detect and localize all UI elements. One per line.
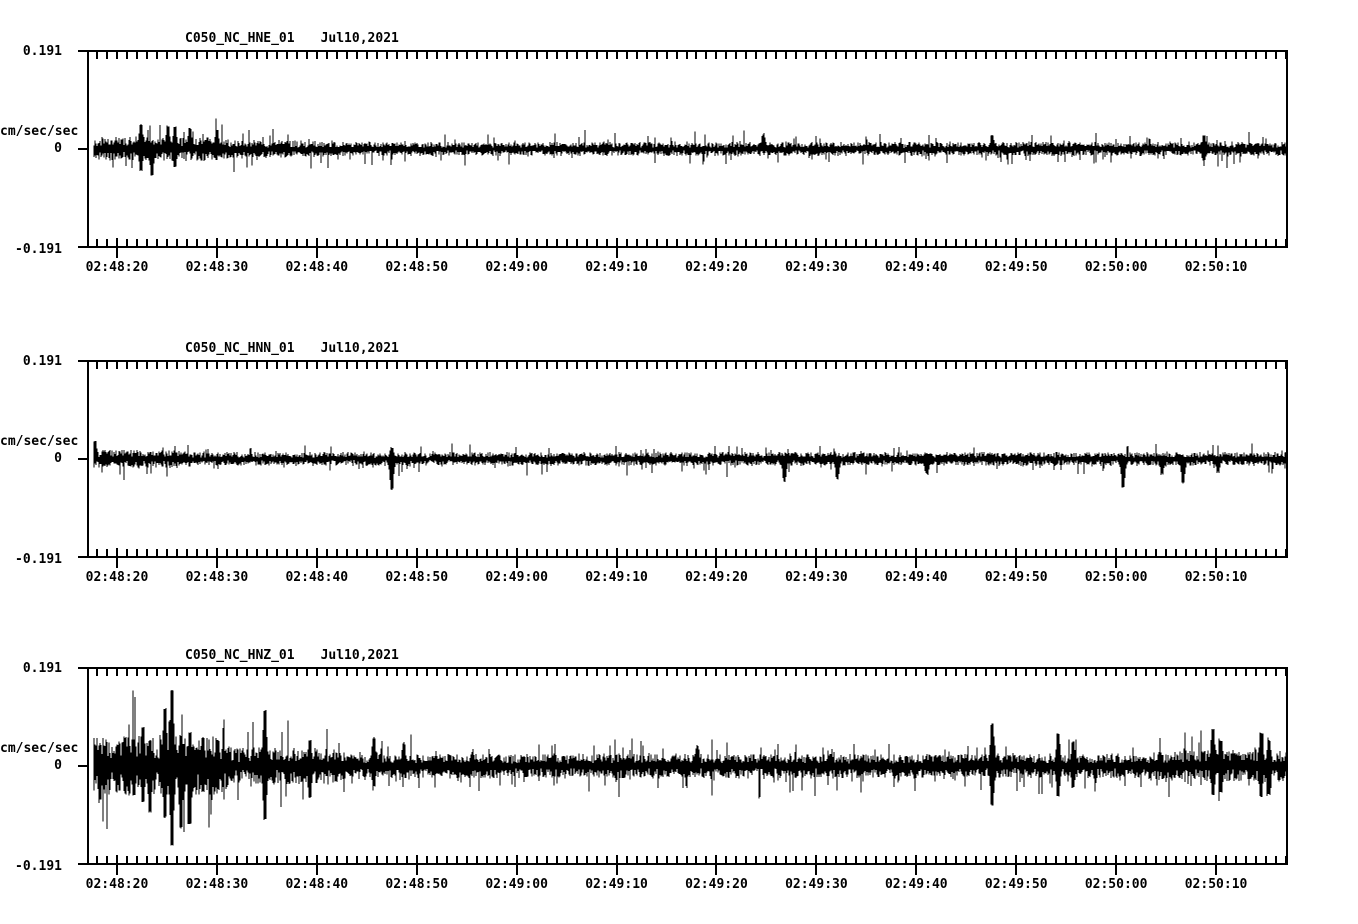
- y-axis-unit-label: cm/sec/sec: [0, 741, 79, 756]
- x-tick-label: 02:48:40: [285, 260, 349, 275]
- x-tick-label: 02:48:20: [85, 877, 149, 892]
- y-tick-label-zero: 0: [54, 141, 62, 156]
- y-tick-label-bottom: -0.191: [15, 859, 62, 874]
- x-tick-label: 02:49:50: [984, 570, 1048, 585]
- x-tick-label: 02:48:40: [285, 877, 349, 892]
- x-tick-label: 02:49:20: [685, 570, 748, 585]
- x-tick-label: 02:49:40: [884, 570, 948, 585]
- x-tick-label: 02:49:50: [984, 877, 1048, 892]
- y-tick-label-top: 0.191: [22, 44, 62, 59]
- x-tick-label: 02:48:20: [85, 260, 149, 275]
- x-tick-label: 02:48:30: [185, 877, 249, 892]
- x-tick-label: 02:49:40: [884, 877, 948, 892]
- x-tick-label: 02:49:10: [585, 260, 648, 275]
- station-channel-label: C050_NC_HNZ_01: [185, 648, 295, 663]
- x-tick-label: 02:50:10: [1184, 260, 1248, 275]
- x-tick-label: 02:48:50: [385, 877, 449, 892]
- x-tick-label: 02:49:40: [884, 260, 948, 275]
- station-channel-label: C050_NC_HNN_01: [185, 341, 295, 356]
- x-tick-label: 02:49:10: [585, 877, 648, 892]
- date-label: Jul10,2021: [320, 648, 399, 663]
- x-tick-label: 02:49:00: [485, 260, 548, 275]
- x-tick-label: 02:49:30: [785, 877, 848, 892]
- y-tick-label-top: 0.191: [22, 354, 62, 369]
- x-tick-label: 02:48:50: [385, 260, 449, 275]
- x-tick-label: 02:48:20: [85, 570, 149, 585]
- x-tick-label: 02:48:50: [385, 570, 449, 585]
- y-tick-label-zero: 0: [54, 758, 62, 773]
- x-tick-label: 02:48:40: [285, 570, 349, 585]
- x-tick-label: 02:49:00: [485, 570, 548, 585]
- panel-title: C050_NC_HNN_01 Jul10,2021: [185, 341, 399, 356]
- x-tick-label: 02:49:20: [685, 260, 748, 275]
- x-tick-label: 02:48:30: [185, 260, 249, 275]
- x-tick-label: 02:49:50: [984, 260, 1048, 275]
- x-tick-label: 02:49:10: [585, 570, 648, 585]
- y-tick-label-top: 0.191: [22, 661, 62, 676]
- panel-title: C050_NC_HNZ_01 Jul10,2021: [185, 648, 399, 663]
- x-tick-label: 02:49:20: [685, 877, 748, 892]
- x-axis-labels: 02:48:20 02:48:30 02:48:40 02:48:50 02:49:00…: [0, 877, 1358, 895]
- y-axis-unit-label: cm/sec/sec: [0, 434, 79, 449]
- x-tick-label: 02:50:10: [1184, 570, 1248, 585]
- panel-hnn: C050_NC_HNN_01 Jul10,2021 0.191 cm/sec/s…: [0, 310, 1358, 610]
- panel-hnz: C050_NC_HNZ_01 Jul10,2021 0.191 cm/sec/s…: [0, 617, 1358, 917]
- seismogram-figure: C050_NC_HNE_01 Jul10,2021 0.191 cm/sec/s…: [0, 0, 1358, 924]
- y-tick-label-bottom: -0.191: [15, 552, 62, 567]
- date-label: Jul10,2021: [320, 31, 399, 46]
- panel-title: C050_NC_HNE_01 Jul10,2021: [185, 31, 399, 46]
- x-tick-label: 02:50:10: [1184, 877, 1248, 892]
- x-tick-label: 02:49:30: [785, 260, 848, 275]
- x-tick-label: 02:48:30: [185, 570, 249, 585]
- x-tick-label: 02:50:00: [1084, 570, 1148, 585]
- x-axis-labels: 02:48:20 02:48:30 02:48:40 02:48:50 02:49:00…: [0, 570, 1358, 588]
- panel-hne: C050_NC_HNE_01 Jul10,2021 0.191 cm/sec/s…: [0, 0, 1358, 300]
- x-tick-label: 02:50:00: [1084, 877, 1148, 892]
- date-label: Jul10,2021: [320, 341, 399, 356]
- station-channel-label: C050_NC_HNE_01: [185, 31, 295, 46]
- x-axis-labels: 02:48:20 02:48:30 02:48:40 02:48:50 02:49:00…: [0, 260, 1358, 278]
- x-tick-label: 02:49:00: [485, 877, 548, 892]
- y-axis-unit-label: cm/sec/sec: [0, 124, 79, 139]
- x-tick-label: 02:50:00: [1084, 260, 1148, 275]
- y-tick-label-zero: 0: [54, 451, 62, 466]
- x-tick-label: 02:49:30: [785, 570, 848, 585]
- y-tick-label-bottom: -0.191: [15, 242, 62, 257]
